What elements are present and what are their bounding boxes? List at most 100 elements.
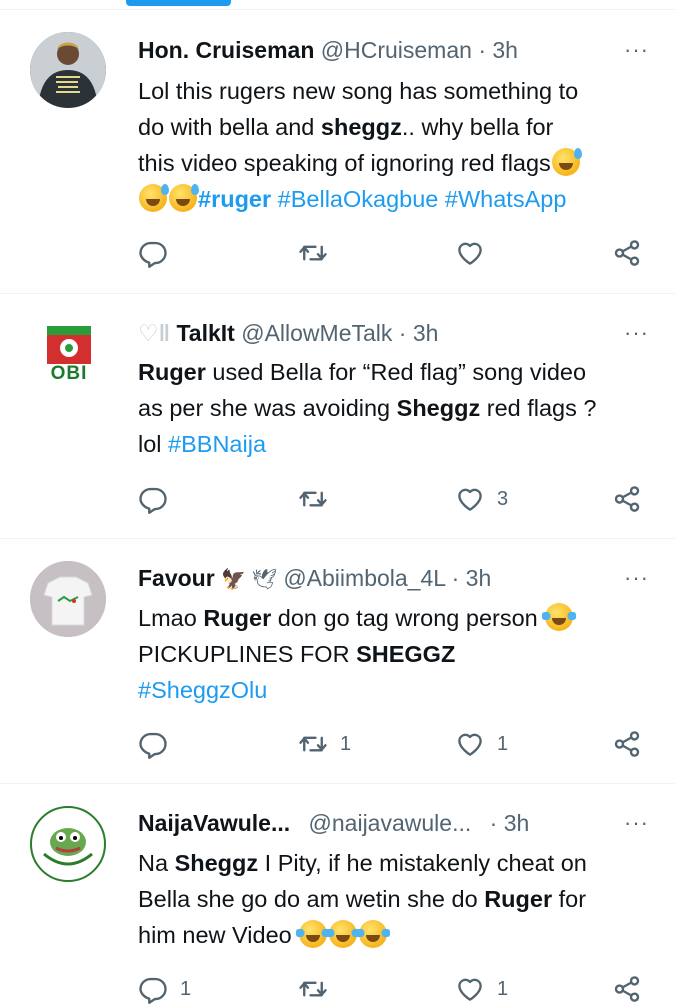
timestamp[interactable]: 3h xyxy=(492,37,518,63)
like-count: 3 xyxy=(497,487,509,510)
timestamp[interactable]: 3h xyxy=(466,565,492,591)
avatar[interactable] xyxy=(30,32,106,108)
display-name[interactable]: NaijaVawule... xyxy=(138,810,290,836)
reply-button[interactable] xyxy=(138,238,180,268)
reply-button[interactable]: 1 xyxy=(138,974,191,1004)
retweet-button[interactable]: 1 xyxy=(298,729,351,759)
tweet-actions: 11 xyxy=(0,729,675,759)
retweet-button[interactable] xyxy=(298,974,340,1004)
tweet[interactable]: NaijaVawule... @naijavawule... · 3h ··· … xyxy=(0,784,675,1004)
like-count: 1 xyxy=(497,732,509,755)
heart-icon xyxy=(455,974,485,1004)
retweet-button[interactable] xyxy=(298,238,340,268)
tweet-text-line: Lmao Ruger don go tag wrong person xyxy=(138,600,648,636)
tweet-text-line: as per she was avoiding Sheggz red flags… xyxy=(138,390,648,426)
user-handle[interactable]: @Abiimbola_4L xyxy=(283,565,445,591)
share-button[interactable] xyxy=(612,974,642,1004)
share-button[interactable] xyxy=(612,484,642,514)
tweet-text: Ruger used Bella for “Red flag” song vid… xyxy=(138,354,648,462)
display-name[interactable]: Hon. Cruiseman xyxy=(138,37,314,63)
text-segment: don go tag wrong person xyxy=(271,605,545,631)
hashtag-link[interactable]: #BellaOkagbue xyxy=(278,186,439,212)
hashtag-link[interactable]: #BBNaija xyxy=(168,431,266,457)
reply-icon xyxy=(138,974,168,1004)
like-button[interactable]: 1 xyxy=(455,729,508,759)
separator: · xyxy=(451,565,460,591)
retweet-icon xyxy=(298,729,328,759)
heart-icon xyxy=(455,484,485,514)
tweet-actions xyxy=(0,238,675,268)
timestamp[interactable]: 3h xyxy=(504,810,530,836)
more-icon[interactable]: ··· xyxy=(624,806,649,840)
share-button[interactable] xyxy=(612,238,642,268)
tweet[interactable]: Favour 🦅 🕊 @Abiimbola_4L · 3h ··· Lmao R… xyxy=(0,539,675,784)
user-handle[interactable]: @HCruiseman xyxy=(321,37,472,63)
reply-icon xyxy=(138,238,168,268)
share-icon xyxy=(612,974,642,1004)
separator: · xyxy=(478,37,486,63)
tweet-text-line: do with bella and sheggz.. why bella for xyxy=(138,109,648,145)
tears-of-joy-emoji-icon xyxy=(356,920,391,948)
more-icon[interactable]: ··· xyxy=(624,33,649,67)
hashtag-link[interactable]: #WhatsApp xyxy=(445,186,566,212)
bold-text: SHEGGZ xyxy=(356,641,456,667)
tweet[interactable]: Hon. Cruiseman @HCruiseman · 3h ··· Lol … xyxy=(0,10,675,294)
text-segment: do with bella and xyxy=(138,114,321,140)
tears-of-joy-emoji-icon xyxy=(542,603,577,631)
hashtag-link[interactable]: #ruger xyxy=(198,186,271,212)
like-button[interactable]: 3 xyxy=(455,484,508,514)
tweet-header: Hon. Cruiseman @HCruiseman · 3h ··· xyxy=(138,33,655,67)
avatar[interactable] xyxy=(30,806,106,882)
more-icon[interactable]: ··· xyxy=(624,561,649,595)
display-name[interactable]: Favour xyxy=(138,565,215,591)
text-segment: Lol this rugers new song has something t… xyxy=(138,78,579,104)
display-name[interactable]: TalkIt xyxy=(176,320,234,346)
text-segment: for xyxy=(552,886,587,912)
avatar[interactable]: OBI xyxy=(44,318,94,388)
tweet-header: NaijaVawule... @naijavawule... · 3h ··· xyxy=(138,806,655,840)
text-segment: Na xyxy=(138,850,175,876)
reply-button[interactable] xyxy=(138,729,180,759)
text-segment: PICKUPLINES FOR xyxy=(138,641,357,667)
retweet-count: 1 xyxy=(340,732,352,755)
tweet[interactable]: OBI ♡‖ TalkIt @AllowMeTalk · 3h ··· Ruge… xyxy=(0,294,675,539)
retweet-icon xyxy=(298,484,328,514)
tweet-text: Lmao Ruger don go tag wrong person PICKU… xyxy=(138,600,648,708)
text-segment: this video speaking of ignoring red flag… xyxy=(138,150,551,176)
share-icon xyxy=(612,484,642,514)
reply-count: 1 xyxy=(180,977,192,1000)
like-button[interactable] xyxy=(455,238,497,268)
text-segment: red flags ? xyxy=(480,395,597,421)
retweet-button[interactable] xyxy=(298,484,340,514)
hashtag-link[interactable]: #SheggzOlu xyxy=(138,677,267,703)
bold-text: Ruger xyxy=(203,605,272,631)
tears-of-joy-emoji-icon xyxy=(296,920,331,948)
text-segment: lol xyxy=(138,431,169,457)
user-handle[interactable]: @naijavawule... xyxy=(309,810,472,836)
text-segment: Bella she go do am wetin she do xyxy=(138,886,485,912)
tweet-text: Na Sheggz I Pity, if he mistakenly cheat… xyxy=(138,845,648,953)
text-segment: Lmao xyxy=(138,605,204,631)
name-emoji: 🦅 🕊 xyxy=(221,569,277,591)
text-segment: .. why bella for xyxy=(401,114,554,140)
active-tab-indicator xyxy=(126,0,231,6)
text-segment: I Pity, if he mistakenly cheat on xyxy=(258,850,587,876)
reply-icon xyxy=(138,729,168,759)
tweet-text-line: this video speaking of ignoring red flag… xyxy=(138,145,648,181)
sweat-smile-emoji-icon xyxy=(139,184,169,212)
tweet-text-line: Ruger used Bella for “Red flag” song vid… xyxy=(138,354,648,390)
text-segment: used Bella for “Red flag” song video xyxy=(205,359,587,385)
timestamp[interactable]: 3h xyxy=(413,320,439,346)
user-handle[interactable]: @AllowMeTalk xyxy=(241,320,392,346)
more-icon[interactable]: ··· xyxy=(624,316,649,350)
like-button[interactable]: 1 xyxy=(455,974,508,1004)
tweet-text-line: Lol this rugers new song has something t… xyxy=(138,73,648,109)
like-count: 1 xyxy=(497,977,509,1000)
reply-button[interactable] xyxy=(138,484,180,514)
avatar[interactable] xyxy=(30,561,106,637)
retweet-icon xyxy=(298,974,328,1004)
bold-text: Sheggz xyxy=(396,395,481,421)
text-segment: as per she was avoiding xyxy=(138,395,397,421)
share-button[interactable] xyxy=(612,729,642,759)
bold-text: sheggz xyxy=(320,114,402,140)
